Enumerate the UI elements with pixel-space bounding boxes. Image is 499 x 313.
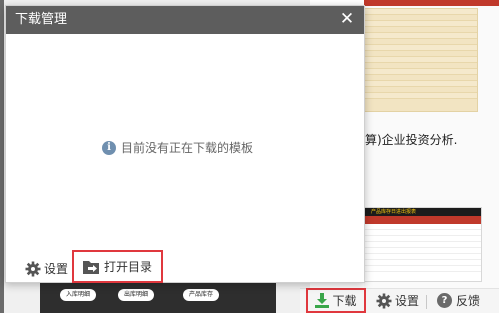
spreadsheet-thumbnail-top [364,8,478,112]
feedback-button[interactable]: ? 反馈 [437,292,480,309]
pill-outbound-details: 出库明细 [118,289,155,301]
download-button[interactable]: 下载 [306,288,366,313]
close-icon[interactable]: ✕ [339,10,355,28]
pill-inbound-details: 入库明细 [60,289,97,301]
open-directory-button[interactable]: 打开目录 [72,250,163,283]
dialog-header: 下载管理 ✕ [6,6,364,34]
background-dark-strip [0,0,4,313]
open-directory-label: 打开目录 [103,260,152,274]
dialog-title: 下载管理 [15,12,68,27]
document-top-border [364,0,499,6]
toolbar-settings-button[interactable]: 设置 [376,292,419,309]
dialog-settings-button[interactable]: 设置 [25,260,68,277]
feedback-label: 反馈 [456,294,481,308]
toolbar-settings-label: 设置 [395,294,420,308]
download-label: 下载 [332,294,357,308]
sheet-title: 产品库存日进出报表 [365,208,481,216]
info-icon: i [102,140,116,155]
empty-state-text: 目前没有正在下载的模板 [121,141,254,155]
gear-icon [25,261,41,276]
toolbar-divider [426,295,427,309]
folder-open-icon [82,260,99,274]
empty-state-message: i 目前没有正在下载的模板 [102,139,253,156]
dialog-settings-label: 设置 [44,262,69,276]
pill-product-inventory: 产品库存 [183,289,220,301]
download-icon [315,293,330,308]
gear-icon [376,293,392,308]
download-manager-dialog: 下载管理 ✕ i 目前没有正在下载的模板 设置 打开目录 [5,5,365,283]
help-icon: ? [437,293,452,308]
article-text: 算)企业投资分析. [365,133,458,147]
spreadsheet-thumbnail-bottom: 产品库存日进出报表 [364,207,482,282]
